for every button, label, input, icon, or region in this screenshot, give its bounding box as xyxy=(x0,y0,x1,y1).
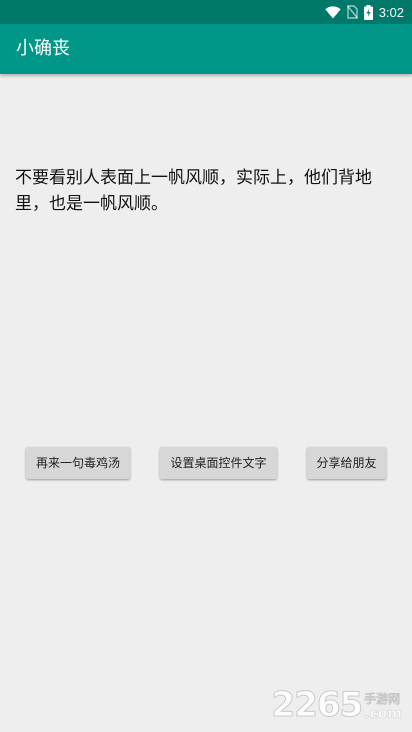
no-sim-icon xyxy=(346,5,358,19)
watermark-site-com: .com xyxy=(364,706,402,723)
watermark-number: 2265 xyxy=(271,685,364,725)
share-button[interactable]: 分享给朋友 xyxy=(307,447,386,479)
watermark-logo: 2265 手游网 .com xyxy=(271,682,402,725)
status-bar: 3:02 xyxy=(0,0,412,24)
set-widget-text-button[interactable]: 设置桌面控件文字 xyxy=(160,447,277,479)
status-icons: 3:02 xyxy=(324,0,404,24)
wifi-icon xyxy=(324,5,341,19)
app-title: 小确丧 xyxy=(16,38,70,59)
watermark-site-cn: 手游网 xyxy=(364,692,401,706)
status-time: 3:02 xyxy=(378,4,404,20)
quote-text: 不要看别人表面上一帆风顺，实际上，他们背地里，也是一帆风顺。 xyxy=(15,168,372,214)
app-bar: 小确丧 xyxy=(0,24,412,74)
another-quote-button[interactable]: 再来一句毒鸡汤 xyxy=(26,447,130,479)
watermark-side: 手游网 .com xyxy=(364,692,402,722)
battery-icon xyxy=(363,4,373,20)
